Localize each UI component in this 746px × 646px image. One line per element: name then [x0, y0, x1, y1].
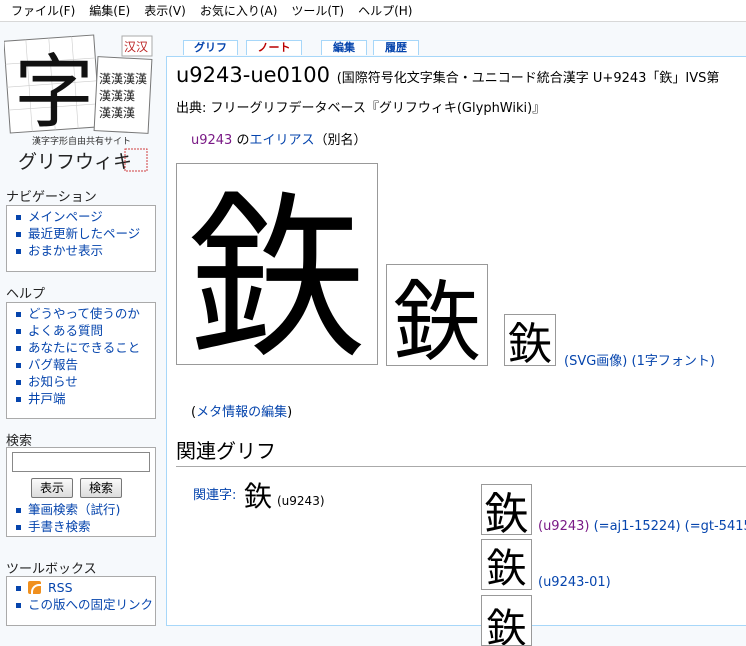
menu-tools[interactable]: ツール(T)	[284, 2, 351, 19]
svg-text:字: 字	[14, 46, 94, 139]
svg-text:漢漢漢: 漢漢漢	[99, 89, 135, 103]
search-input[interactable]	[12, 452, 150, 472]
nav-item-recent-changes[interactable]: 最近更新したページ	[14, 225, 155, 242]
menu-bar: ファイル(F) 編集(E) 表示(V) お気に入り(A) ツール(T) ヘルプ(…	[0, 0, 746, 22]
tab-note[interactable]: ノート	[246, 40, 302, 55]
svg-text:汉汉: 汉汉	[124, 40, 148, 54]
svg-image-link[interactable]: (SVG画像)	[564, 354, 627, 369]
content-area: u9243-ue0100 (国際符号化文字集合・ユニコード統合漢字 U+9243…	[166, 56, 746, 646]
nav-item-random[interactable]: おまかせ表示	[14, 242, 155, 259]
help-item-news[interactable]: お知らせ	[14, 373, 155, 390]
variant-line-2: (u9243-01)	[538, 575, 611, 590]
variant-2-code-link[interactable]: (u9243-01)	[538, 575, 611, 590]
glyph-large: 鉃	[176, 163, 378, 365]
glyph-links: (SVG画像) (1字フォント)	[564, 350, 715, 369]
tab-glyph[interactable]: グリフ	[183, 40, 238, 55]
variant-glyph-2[interactable]: 鉃	[481, 539, 532, 590]
toolbox-item-permalink[interactable]: この版への固定リンク	[14, 596, 155, 613]
rss-icon	[28, 581, 41, 594]
help-portlet: どうやって使うのか よくある質問 あなたにできること バグ報告 お知らせ 井戸端	[6, 302, 156, 419]
nav-heading: ナビゲーション	[6, 190, 97, 205]
svg-text:漢字字形自由共有サイト: 漢字字形自由共有サイト	[32, 135, 131, 147]
meta-edit-link[interactable]: メタ情報の編集	[196, 405, 287, 420]
related-char-label[interactable]: 関連字:	[193, 484, 236, 503]
help-heading: ヘルプ	[6, 287, 46, 302]
search-portlet: 表示 検索 筆画検索（試行) 手書き検索	[6, 447, 156, 537]
toolbox-heading: ツールボックス	[6, 562, 97, 577]
menu-favorites[interactable]: お気に入り(A)	[193, 2, 285, 19]
tab-edit[interactable]: 編集	[321, 40, 367, 55]
alias-line: u9243 のエイリアス（別名）	[191, 133, 367, 148]
nav-portlet: メインページ 最近更新したページ おまかせ表示	[6, 205, 156, 272]
help-item-village-pump[interactable]: 井戸端	[14, 390, 155, 407]
alias-code-link[interactable]: u9243	[191, 133, 232, 148]
svg-text:漢漢漢: 漢漢漢	[99, 106, 135, 120]
glyph-small: 鉃	[504, 314, 556, 366]
menu-help[interactable]: ヘルプ(H)	[351, 2, 419, 19]
help-item-bug-report[interactable]: バグ報告	[14, 356, 155, 373]
svg-text:グリフウィキ: グリフウィキ	[18, 151, 132, 173]
related-char: 鉃	[244, 480, 273, 513]
variant-1-gt-link[interactable]: (=gt-54157	[681, 519, 746, 534]
search-item-handwriting[interactable]: 手書き検索	[14, 518, 155, 535]
page-source: 出典: フリーグリフデータベース『グリフウィキ(GlyphWiki)』	[176, 101, 546, 116]
nav-item-main-page[interactable]: メインページ	[14, 208, 155, 225]
alias-link[interactable]: エイリアス	[249, 133, 314, 148]
page-title-description: (国際符号化文字集合・ユニコード統合漢字 U+9243「鉃」IVS第	[336, 71, 720, 86]
variant-1-code-link[interactable]: (u9243)	[538, 519, 589, 534]
one-char-font-link[interactable]: (1字フォント)	[632, 354, 715, 369]
help-item-contribute[interactable]: あなたにできること	[14, 339, 155, 356]
tab-history[interactable]: 履歴	[373, 40, 419, 55]
menu-file[interactable]: ファイル(F)	[4, 2, 82, 19]
svg-text:漢漢漢漢: 漢漢漢漢	[99, 72, 147, 86]
variant-line-1: (u9243) (=aj1-15224) (=gt-54157	[538, 519, 746, 534]
logo-graphic: 漢漢漢漢 漢漢漢 漢漢漢 汉汉 字 漢字字形自由共有サイト グリフウィキ	[3, 34, 153, 173]
search-button[interactable]: 検索	[80, 478, 123, 498]
search-item-stroke[interactable]: 筆画検索（試行)	[14, 501, 155, 518]
menu-edit[interactable]: 編集(E)	[82, 2, 137, 19]
toolbox-portlet: RSS この版への固定リンク	[6, 576, 156, 626]
menu-view[interactable]: 表示(V)	[137, 2, 193, 19]
meta-edit-line: (メタ情報の編集)	[191, 405, 293, 420]
page-title: u9243-ue0100 (国際符号化文字集合・ユニコード統合漢字 U+9243…	[176, 63, 720, 87]
site-logo[interactable]: 漢漢漢漢 漢漢漢 漢漢漢 汉汉 字 漢字字形自由共有サイト グリフウィキ	[3, 28, 154, 176]
related-char-code: (u9243)	[277, 494, 325, 508]
related-glyphs-heading: 関連グリフ	[176, 435, 746, 467]
variant-1-aj1-link[interactable]: (=aj1-15224)	[589, 519, 681, 534]
toolbox-item-rss[interactable]: RSS	[14, 579, 155, 596]
variant-glyph-3[interactable]: 鉃	[481, 595, 532, 646]
show-button[interactable]: 表示	[31, 478, 74, 498]
glyph-medium: 鉃	[386, 264, 488, 366]
variant-glyph-1[interactable]: 鉃	[481, 484, 532, 535]
help-item-how-to[interactable]: どうやって使うのか	[14, 305, 155, 322]
help-item-faq[interactable]: よくある質問	[14, 322, 155, 339]
